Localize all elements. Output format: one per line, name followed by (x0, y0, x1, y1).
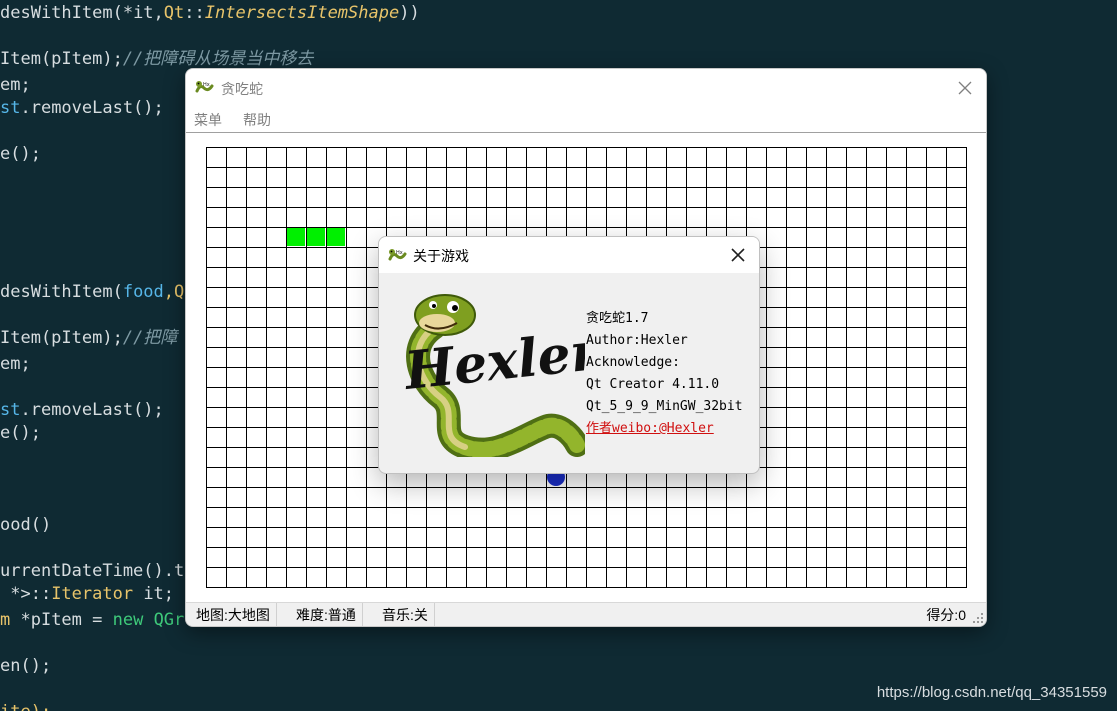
code-token: ood() (0, 515, 52, 535)
dialog-close-button[interactable] (725, 242, 751, 268)
code-token: new (112, 610, 144, 630)
code-line: e(); (0, 422, 41, 444)
menu-bar: 菜单 帮助 (186, 107, 986, 132)
menu-item-menu[interactable]: 菜单 (194, 110, 222, 130)
python-snake-logo: Hexler (400, 294, 585, 457)
code-token: Qt (163, 3, 185, 23)
about-info: 贪吃蛇1.7 Author:Hexler Acknowledge: Qt Cre… (586, 308, 743, 440)
code-line: desWithItem(*it,Qt::IntersectsItemShape)… (0, 2, 420, 24)
code-token: st (0, 98, 21, 118)
code-token: urrentDateTime().t (0, 561, 185, 581)
code-token: st (0, 400, 21, 420)
status-difficulty: 难度:普通 (292, 603, 363, 626)
svg-text:Hx: Hx (396, 250, 403, 256)
code-token: //把障 (122, 328, 178, 348)
about-acknowledge-label: Acknowledge: (586, 355, 680, 370)
code-line: ite); (0, 701, 51, 711)
close-icon (731, 248, 745, 262)
code-token: e(); (0, 423, 41, 443)
snake-segment (327, 228, 345, 246)
snake-segment (287, 228, 305, 246)
code-line: ood() (0, 514, 51, 536)
code-line: desWithItem(food,Q (0, 281, 184, 303)
window-title: 贪吃蛇 (221, 81, 263, 97)
code-line: Item(pItem);//把障 (0, 327, 177, 349)
code-token: *>:: (0, 584, 52, 604)
svg-text:Hx: Hx (203, 82, 210, 88)
code-token: desWithItem( (0, 282, 123, 302)
code-line: e(); (0, 143, 41, 165)
code-line: urrentDateTime().t (0, 560, 184, 582)
code-line: st.removeLast(); (0, 399, 164, 421)
python-logo-icon: Hx (195, 81, 214, 93)
code-token: //把障碍从场景当中移去 (122, 49, 314, 69)
code-token: desWithItem( (0, 3, 123, 23)
about-author: Author:Hexler (586, 333, 688, 348)
code-line: *>::Iterator it; (0, 583, 174, 605)
dialog-title-bar: Hx 关于游戏 (379, 237, 759, 273)
snake-segment (307, 228, 325, 246)
code-token: IntersectsItemShape (204, 3, 400, 23)
status-score: 得分:0 (926, 607, 966, 623)
code-token: Item(pItem); (0, 328, 123, 348)
about-qt-creator-version: Qt Creator 4.11.0 (586, 377, 720, 392)
status-map: 地图:大地图 (192, 603, 277, 626)
code-token: food (122, 282, 164, 302)
status-music: 音乐:关 (378, 603, 435, 626)
code-token: ite); (0, 702, 51, 711)
code-token: it; (133, 584, 175, 604)
code-token: ,Q (163, 282, 185, 302)
python-logo-icon: Hx (388, 249, 407, 261)
about-dialog: Hx 关于游戏 Hexler 贪吃蛇1.7 Author:Hexler Ackn… (379, 237, 759, 473)
code-token: *pItem = (10, 610, 113, 630)
code-line: em; (0, 353, 31, 375)
code-line: em; (0, 74, 31, 96)
code-line: m *pItem = new QGr (0, 609, 184, 631)
code-token: .removeLast(); (20, 400, 164, 420)
about-qt-kit: Qt_5_9_9_MinGW_32bit (586, 399, 743, 414)
author-weibo-link[interactable]: 作者weibo:@Hexler (586, 418, 743, 440)
watermark: https://blog.csdn.net/qq_34351559 (876, 684, 1107, 701)
code-token: *it, (122, 3, 164, 23)
code-line: Item(pItem);//把障碍从场景当中移去 (0, 48, 313, 70)
status-bar: 地图:大地图 难度:普通 音乐:关 得分:0 (186, 602, 986, 626)
code-token: en(); (0, 656, 52, 676)
code-token: :: (184, 3, 205, 23)
code-line: en(); (0, 655, 51, 677)
code-token: em; (0, 354, 31, 374)
about-app-version: 贪吃蛇1.7 (586, 311, 649, 326)
close-button[interactable] (952, 75, 978, 101)
title-bar: Hx 贪吃蛇 (186, 69, 986, 107)
code-token: .removeLast(); (20, 98, 164, 118)
dialog-title: 关于游戏 (413, 248, 469, 264)
code-token: )) (399, 3, 420, 23)
size-grip-icon[interactable] (972, 612, 984, 624)
menu-item-help[interactable]: 帮助 (243, 110, 271, 130)
close-icon (958, 81, 972, 95)
code-token: em; (0, 75, 31, 95)
code-token: e(); (0, 144, 41, 164)
code-line: st.removeLast(); (0, 97, 164, 119)
code-token: Item(pItem); (0, 49, 123, 69)
code-token: Iterator (51, 584, 134, 604)
code-token: QGr (143, 610, 185, 630)
code-token: m (0, 610, 11, 630)
